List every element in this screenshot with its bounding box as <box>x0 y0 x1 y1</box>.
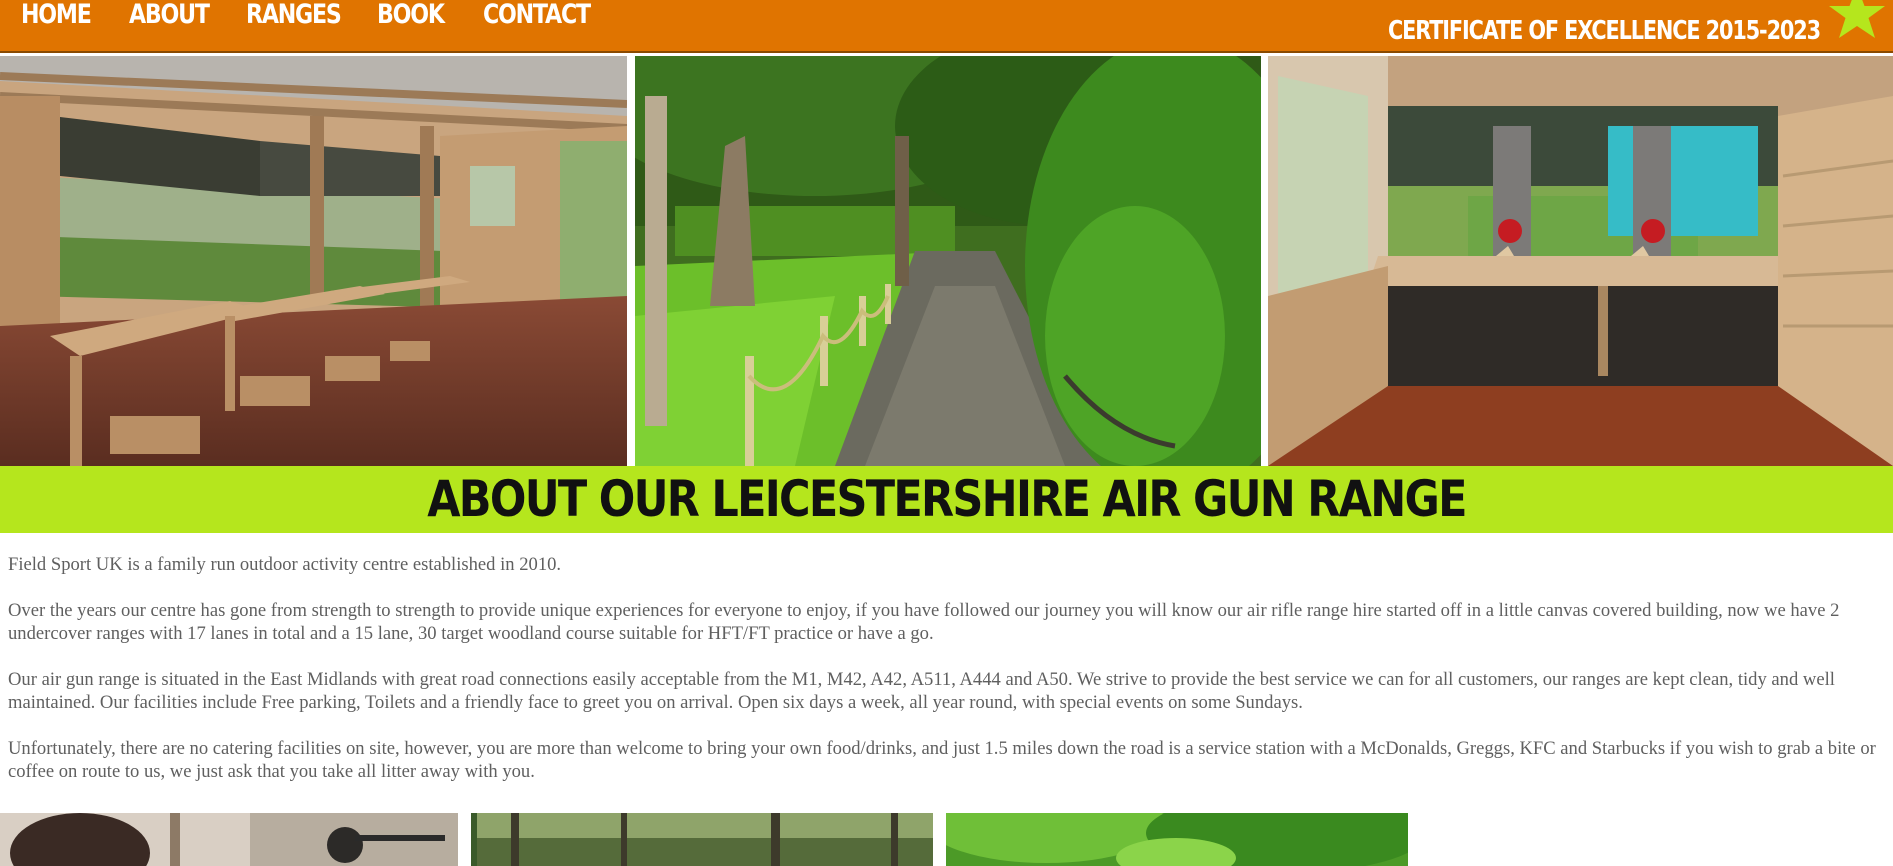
certificate-of-excellence-text: CERTIFICATE OF EXCELLENCE 2015-2023 <box>1388 16 1821 46</box>
about-paragraph: Unfortunately, there are no catering fac… <box>8 738 1876 782</box>
about-paragraph: Our air gun range is situated in the Eas… <box>8 669 1835 713</box>
shooting-lane-photo <box>1268 56 1893 466</box>
nav-book-link[interactable]: BOOK <box>377 0 445 32</box>
photo-divider <box>1261 56 1268 466</box>
about-content: Field Sport UK is a family run outdoor a… <box>8 553 1888 806</box>
green-trees-photo <box>946 813 1408 866</box>
nav-about-link[interactable]: ABOUT <box>129 0 210 32</box>
nav-ranges-link[interactable]: RANGES <box>246 0 342 32</box>
woodland-course-photo <box>471 813 933 866</box>
about-paragraph: Over the years our centre has gone from … <box>8 600 1840 644</box>
nav-contact-link[interactable]: CONTACT <box>483 0 591 32</box>
photo-divider <box>627 56 635 466</box>
about-paragraph: Field Sport UK is a family run outdoor a… <box>8 554 562 575</box>
about-heading-band: ABOUT OUR LEICESTERSHIRE AIR GUN RANGE <box>0 466 1893 533</box>
woodland-path-photo <box>635 56 1261 466</box>
star-icon <box>1829 0 1885 38</box>
covered-range-photo <box>0 56 627 466</box>
top-navigation-bar: HOME ABOUT RANGES BOOK CONTACT CERTIFICA… <box>0 0 1893 53</box>
nav-home-link[interactable]: HOME <box>21 0 92 32</box>
page-title: ABOUT OUR LEICESTERSHIRE AIR GUN RANGE <box>427 470 1467 528</box>
shooter-photo <box>0 813 458 866</box>
